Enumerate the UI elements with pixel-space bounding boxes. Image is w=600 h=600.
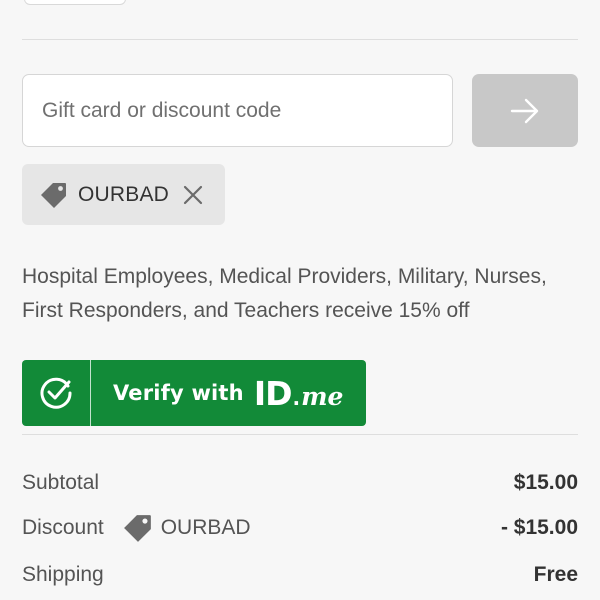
- applied-code-label: OURBAD: [78, 182, 170, 206]
- idme-logo: ID. me: [253, 373, 344, 413]
- discount-label: Discount: [22, 516, 104, 539]
- subtotal-label: Subtotal: [22, 471, 100, 494]
- shipping-row: Shipping Free: [22, 560, 578, 590]
- discount-code-input[interactable]: [22, 74, 453, 147]
- applied-code-chip: OURBAD: [22, 164, 225, 225]
- tag-icon: [123, 513, 153, 543]
- tag-icon: [40, 181, 68, 209]
- discount-row: Discount OURBAD - $15.00: [22, 513, 578, 543]
- verify-idme-button[interactable]: Verify with ID. me: [22, 360, 366, 426]
- discount-code-label: OURBAD: [160, 516, 251, 539]
- verify-label: Verify with: [113, 381, 244, 405]
- top-partial-button[interactable]: [24, 0, 126, 5]
- subtotal-value: $15.00: [513, 471, 578, 494]
- apply-code-button[interactable]: [472, 74, 578, 147]
- divider: [22, 39, 578, 40]
- discount-value: - $15.00: [500, 516, 578, 539]
- check-circle-icon: [22, 360, 91, 426]
- discount-code: OURBAD: [123, 513, 251, 543]
- close-icon[interactable]: [183, 185, 203, 205]
- promo-description: Hospital Employees, Medical Providers, M…: [22, 265, 547, 322]
- shipping-label: Shipping: [22, 563, 104, 586]
- divider: [22, 434, 578, 435]
- subtotal-row: Subtotal $15.00: [22, 468, 578, 498]
- arrow-right-icon: [510, 98, 540, 124]
- shipping-value: Free: [533, 563, 578, 586]
